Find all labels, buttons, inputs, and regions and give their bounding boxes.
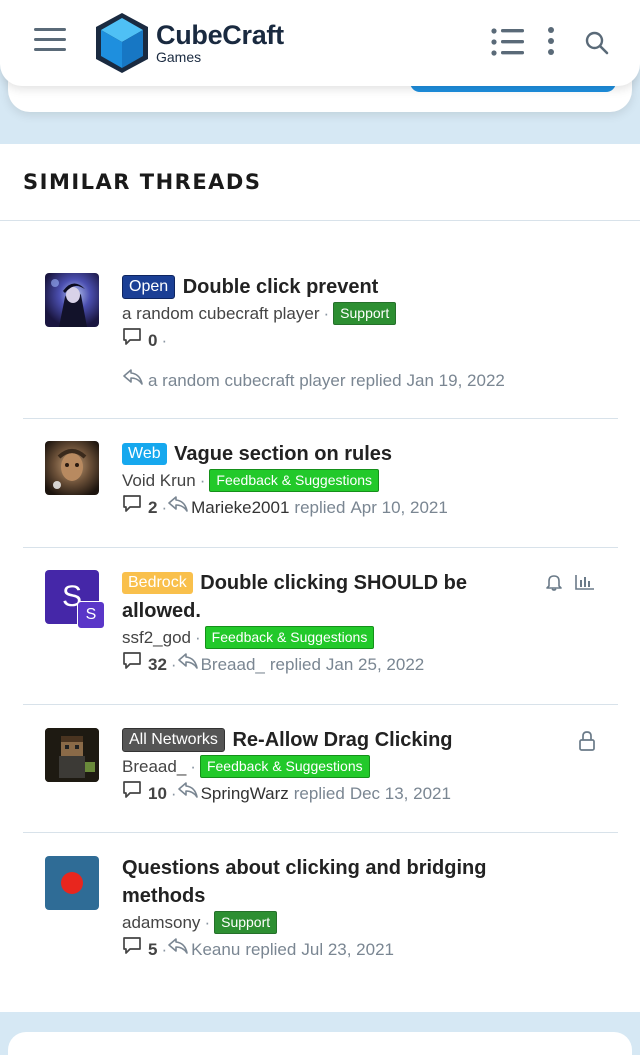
thread-title[interactable]: Vague section on rules: [174, 443, 392, 465]
last-reply-user[interactable]: Breaad_: [201, 652, 265, 678]
last-reply-date[interactable]: Jan 19, 2022: [407, 368, 505, 394]
last-reply-user[interactable]: Keanu: [191, 937, 240, 963]
thread-item[interactable]: Open Double click prevent a random cubec…: [23, 254, 618, 419]
hamburger-menu-icon[interactable]: [34, 28, 66, 56]
reply-count: 10: [148, 783, 167, 803]
thread-author[interactable]: ssf2_god: [122, 628, 191, 647]
last-reply-text: replied: [245, 939, 297, 959]
thread-item[interactable]: S S Bedrock Double clicking SHOULD be al…: [23, 548, 618, 705]
thread-item[interactable]: All Networks Re-Allow Drag Clicking Brea…: [23, 705, 618, 833]
avatar[interactable]: [45, 728, 99, 782]
more-options-icon[interactable]: [545, 26, 557, 63]
last-reply-user[interactable]: SpringWarz: [201, 781, 289, 807]
last-reply-date[interactable]: Apr 10, 2021: [350, 495, 447, 521]
last-reply-text: replied: [350, 371, 402, 390]
thread-title[interactable]: Double click prevent: [183, 276, 379, 298]
poll-chart-icon[interactable]: [574, 572, 596, 597]
thread-tag[interactable]: Support: [333, 302, 397, 325]
reply-arrow-icon: [177, 781, 199, 807]
logo-name: CubeCraft: [156, 20, 284, 50]
comment-icon: [122, 780, 142, 807]
thread-title[interactable]: Questions about clicking and bridging me…: [122, 857, 486, 907]
thread-author[interactable]: a random cubecraft player: [122, 304, 320, 323]
last-reply-user[interactable]: a random cubecraft player: [148, 368, 346, 394]
reply-arrow-icon: [167, 937, 189, 963]
thread-tag[interactable]: Feedback & Suggestions: [204, 626, 375, 649]
thread-prefix[interactable]: All Networks: [122, 728, 225, 752]
reply-count: 2: [148, 497, 158, 517]
comment-icon: [122, 651, 142, 678]
comment-icon: [122, 327, 142, 354]
thread-author[interactable]: adamsony: [122, 913, 200, 932]
thread-prefix[interactable]: Web: [122, 443, 167, 465]
thread-tag[interactable]: Support: [214, 911, 278, 934]
site-header: CubeCraft Games: [0, 0, 640, 86]
thread-item[interactable]: Questions about clicking and bridging me…: [23, 833, 618, 993]
thread-prefix[interactable]: Open: [122, 275, 176, 299]
site-logo[interactable]: CubeCraft Games: [94, 11, 284, 75]
thread-author[interactable]: Breaad_: [122, 757, 186, 776]
reply-count: 0: [148, 330, 158, 350]
last-reply-text: replied: [294, 497, 346, 517]
section-title: SIMILAR THREADS: [0, 144, 640, 221]
thread-prefix[interactable]: Bedrock: [122, 572, 193, 594]
avatar[interactable]: [45, 441, 99, 495]
last-reply-date[interactable]: Jul 23, 2021: [301, 937, 394, 963]
similar-threads-card: SIMILAR THREADS Open Double click preven…: [0, 144, 640, 1012]
thread-author[interactable]: Void Krun: [122, 471, 196, 490]
next-section-card: [8, 1032, 632, 1055]
avatar[interactable]: [45, 273, 99, 327]
reply-arrow-icon: [177, 652, 199, 678]
reply-arrow-icon: [167, 495, 189, 521]
reply-count: 5: [148, 939, 158, 959]
cube-logo-icon: [96, 13, 148, 73]
thread-item[interactable]: Web Vague section on rules Void Krun · Fee…: [23, 419, 618, 548]
last-reply-text: replied: [269, 654, 321, 674]
last-reply-user[interactable]: Marieke2001: [191, 495, 289, 521]
avatar-badge: S: [77, 601, 105, 629]
last-reply-date[interactable]: Dec 13, 2021: [350, 781, 451, 807]
last-reply-text: replied: [293, 783, 345, 803]
comment-icon: [122, 936, 142, 963]
thread-tag[interactable]: Feedback & Suggestions: [199, 755, 370, 778]
reply-arrow-icon: [122, 368, 144, 394]
logo-subtitle: Games: [156, 49, 202, 65]
reply-count: 32: [148, 654, 167, 674]
thread-tag[interactable]: Feedback & Suggestions: [209, 469, 380, 492]
avatar[interactable]: [45, 856, 99, 910]
comment-icon: [122, 494, 142, 521]
avatar[interactable]: S S: [45, 570, 105, 629]
thread-title[interactable]: Re-Allow Drag Clicking: [232, 729, 452, 751]
list-view-icon[interactable]: [490, 26, 526, 63]
lock-icon: [577, 730, 597, 757]
bell-icon[interactable]: [544, 572, 564, 597]
search-icon[interactable]: [584, 30, 610, 61]
last-reply-date[interactable]: Jan 25, 2022: [326, 652, 424, 678]
